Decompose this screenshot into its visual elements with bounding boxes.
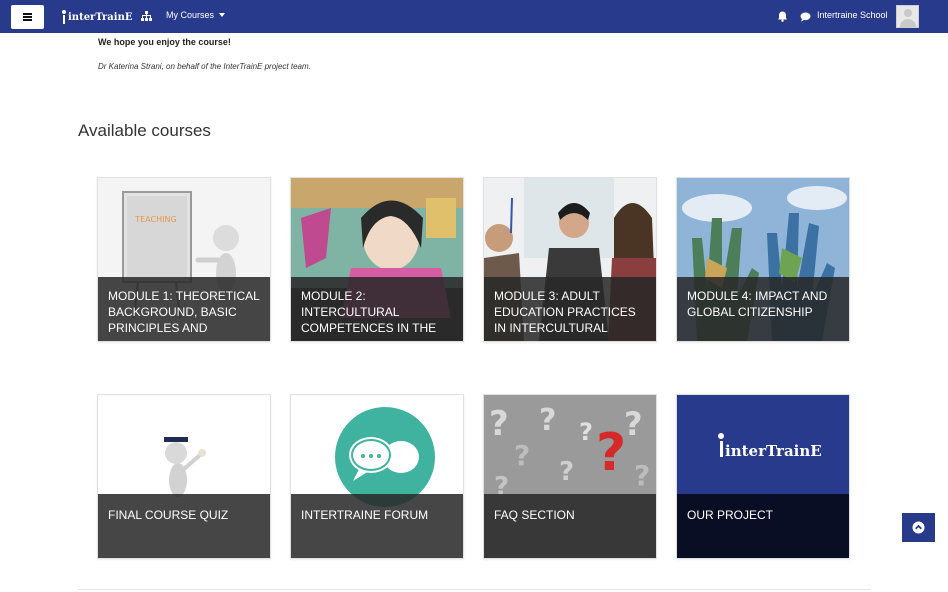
logo-person-icon	[61, 10, 67, 24]
svg-text:?: ?	[489, 404, 509, 444]
course-card-module-4[interactable]: MODULE 4: IMPACT AND GLOBAL CITIZENSHIP	[676, 177, 850, 342]
svg-text:?: ?	[579, 418, 593, 446]
my-courses-label: My Courses	[166, 10, 215, 20]
course-card-faq[interactable]: ? ? ? ? ? ? ? ? ? FAQ SECTION	[483, 394, 657, 559]
chevron-up-icon	[912, 521, 925, 534]
logo-text: interTrainE	[68, 11, 133, 23]
chat-icon[interactable]	[800, 12, 811, 22]
course-title[interactable]: FINAL COURSE QUIZ	[108, 507, 263, 557]
course-title[interactable]: INTERTRAINE FORUM	[301, 507, 456, 557]
intro-signature: Dr Katerina Strani, on behalf of the Int…	[98, 62, 311, 71]
divider	[78, 589, 871, 590]
board-text: TEACHING	[134, 215, 176, 224]
course-title[interactable]: MODULE 4: IMPACT AND GLOBAL CITIZENSHIP	[687, 288, 842, 338]
svg-text:?: ?	[634, 459, 650, 492]
course-title[interactable]: MODULE 3: ADULT EDUCATION PRACTICES IN I…	[494, 288, 649, 338]
my-courses-dropdown[interactable]: My Courses	[166, 10, 226, 20]
course-title[interactable]: MODULE 1: THEORETICAL BACKGROUND, BASIC …	[108, 288, 263, 338]
top-navbar: interTrainE My Courses Intertraine Schoo…	[0, 0, 948, 33]
course-card-module-3[interactable]: MODULE 3: ADULT EDUCATION PRACTICES IN I…	[483, 177, 657, 342]
caret-down-icon	[219, 13, 226, 17]
section-title: Available courses	[78, 121, 211, 140]
course-card-module-2[interactable]: MODULE 2: INTERCULTURAL COMPETENCES IN T…	[290, 177, 464, 342]
course-card-our-project[interactable]: interTrainE OUR PROJECT	[676, 394, 850, 559]
svg-text:?: ?	[559, 457, 574, 487]
logo-text: interTrainE	[725, 442, 822, 460]
site-logo[interactable]: interTrainE	[61, 8, 132, 26]
avatar[interactable]	[896, 5, 919, 28]
svg-text:?: ?	[596, 423, 626, 483]
intro-text: We hope you enjoy the course!	[98, 37, 231, 47]
scroll-to-top-button[interactable]	[902, 513, 935, 542]
course-title[interactable]: MODULE 2: INTERCULTURAL COMPETENCES IN T…	[301, 288, 456, 338]
bell-icon[interactable]	[777, 11, 788, 22]
sitemap-icon[interactable]	[141, 11, 152, 21]
hamburger-icon	[23, 13, 32, 21]
svg-text:?: ?	[624, 405, 643, 443]
user-name[interactable]: Intertraine School	[817, 10, 888, 20]
svg-text:?: ?	[514, 439, 530, 472]
course-card-final-quiz[interactable]: FINAL COURSE QUIZ	[97, 394, 271, 559]
course-title[interactable]: FAQ SECTION	[494, 507, 649, 557]
course-card-forum[interactable]: INTERTRAINE FORUM	[290, 394, 464, 559]
menu-toggle-button[interactable]	[11, 5, 44, 29]
svg-text:?: ?	[539, 403, 556, 438]
course-title[interactable]: OUR PROJECT	[687, 507, 842, 557]
course-card-module-1[interactable]: TEACHING MODULE 1: THEORETICAL BACKGROUN…	[97, 177, 271, 342]
